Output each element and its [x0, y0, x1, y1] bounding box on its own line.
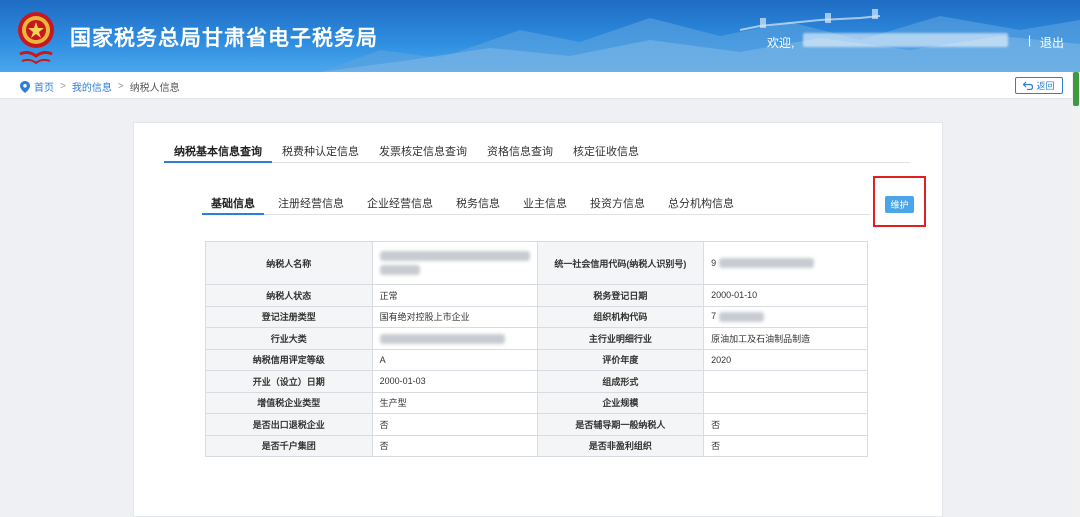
field-label: 税务登记日期	[536, 284, 705, 307]
primary-tabs: 纳税基本信息查询 税费种认定信息 发票核定信息查询 资格信息查询 核定征收信息	[164, 139, 910, 163]
breadcrumb-separator-icon: >	[60, 81, 66, 92]
logout-link[interactable]: 退出	[1040, 34, 1064, 51]
table-row: 是否千户集团 否 是否非盈利组织 否	[205, 434, 868, 457]
field-label: 纳税信用评定等级	[205, 348, 373, 371]
table-row: 增值税企业类型 生产型 企业规模	[205, 391, 868, 414]
secondary-tabs: 基础信息 注册经营信息 企业经营信息 税务信息 业主信息 投资方信息 总分机构信…	[202, 193, 870, 215]
tab-assessed-collection-info[interactable]: 核定征收信息	[563, 139, 649, 163]
field-label: 增值税企业类型	[205, 391, 373, 414]
header-divider: |	[1028, 33, 1032, 47]
field-label: 是否千户集团	[205, 434, 373, 457]
field-label: 评价年度	[536, 348, 705, 371]
field-value: 正常	[371, 284, 538, 307]
tab-basic-info-query[interactable]: 纳税基本信息查询	[164, 139, 272, 163]
field-value: 国有绝对控股上市企业	[371, 305, 538, 328]
tab-registration-info[interactable]: 注册经营信息	[269, 193, 353, 215]
field-value: 否	[371, 434, 538, 457]
field-label: 登记注册类型	[205, 305, 373, 328]
table-row: 纳税信用评定等级 A 评价年度 2020	[205, 348, 868, 371]
field-value: A	[371, 348, 538, 371]
field-value: 生产型	[371, 391, 538, 414]
field-label: 是否辅导期一般纳税人	[536, 413, 705, 436]
tab-invoice-info[interactable]: 发票核定信息查询	[369, 139, 477, 163]
scrollbar-thumb[interactable]	[1073, 72, 1079, 106]
table-row: 开业（设立）日期 2000-01-03 组成形式	[205, 370, 868, 393]
field-value: 2000-01-03	[371, 370, 538, 393]
field-value: 7	[703, 305, 868, 328]
field-label: 组成形式	[536, 370, 705, 393]
breadcrumb-my-info[interactable]: 我的信息	[72, 79, 112, 94]
back-button-label: 返回	[1036, 81, 1055, 91]
tab-tax-info[interactable]: 税务信息	[447, 193, 509, 215]
tax-emblem-icon	[18, 12, 54, 65]
table-row: 登记注册类型 国有绝对控股上市企业 组织机构代码 7	[205, 305, 868, 328]
breadcrumb: 首页 > 我的信息 > 纳税人信息	[20, 79, 180, 94]
field-label: 行业大类	[205, 327, 373, 350]
page-scrollbar[interactable]	[1072, 72, 1080, 517]
field-value: 2020	[703, 348, 868, 371]
tab-tax-type-info[interactable]: 税费种认定信息	[272, 139, 369, 163]
field-label: 是否非盈利组织	[536, 434, 705, 457]
maintain-button[interactable]: 维护	[885, 196, 914, 213]
field-value: 否	[703, 434, 868, 457]
tab-basic-info[interactable]: 基础信息	[202, 193, 264, 215]
breadcrumb-home[interactable]: 首页	[34, 79, 54, 94]
back-button[interactable]: 返回	[1015, 77, 1063, 94]
breadcrumb-bar: 首页 > 我的信息 > 纳税人信息 返回	[0, 72, 1072, 99]
table-row: 是否出口退税企业 否 是否辅导期一般纳税人 否	[205, 413, 868, 436]
field-label: 企业规模	[536, 391, 705, 414]
field-label: 是否出口退税企业	[205, 413, 373, 436]
tab-qualification-info[interactable]: 资格信息查询	[477, 139, 563, 163]
field-value: 否	[703, 413, 868, 436]
return-arrow-icon	[1023, 81, 1034, 90]
field-label: 开业（设立）日期	[205, 370, 373, 393]
field-value	[703, 370, 868, 393]
taxpayer-name-redacted	[371, 241, 538, 285]
industry-redacted	[371, 327, 538, 350]
main-panel: 纳税基本信息查询 税费种认定信息 发票核定信息查询 资格信息查询 核定征收信息 …	[133, 122, 943, 517]
field-label: 纳税人状态	[205, 284, 373, 307]
taxpayer-info-table: 纳税人名称 统一社会信用代码(纳税人识别号) 9 纳税人状态 正常 税务登记日期…	[205, 241, 868, 457]
tab-owner-info[interactable]: 业主信息	[514, 193, 576, 215]
field-value: 9	[703, 241, 868, 285]
top-header: 国家税务总局甘肃省电子税务局 欢迎, | 退出	[0, 0, 1080, 72]
tab-branch-info[interactable]: 总分机构信息	[659, 193, 743, 215]
field-value	[703, 391, 868, 414]
site-title: 国家税务总局甘肃省电子税务局	[70, 27, 378, 50]
highlight-box: 维护	[873, 176, 926, 227]
tab-business-info[interactable]: 企业经营信息	[358, 193, 442, 215]
breadcrumb-current: 纳税人信息	[129, 83, 180, 94]
table-row: 行业大类 主行业明细行业 原油加工及石油制品制造	[205, 327, 868, 350]
field-label: 组织机构代码	[536, 305, 705, 328]
field-label: 纳税人名称	[205, 241, 373, 285]
welcome-text: 欢迎,	[767, 36, 795, 50]
field-value: 2000-01-10	[703, 284, 868, 307]
tab-investor-info[interactable]: 投资方信息	[581, 193, 654, 215]
field-value: 原油加工及石油制品制造	[703, 327, 868, 350]
location-pin-icon	[20, 80, 30, 93]
field-value: 否	[371, 413, 538, 436]
breadcrumb-separator-icon: >	[117, 81, 124, 92]
field-label: 统一社会信用代码(纳税人识别号)	[536, 241, 705, 285]
table-row: 纳税人状态 正常 税务登记日期 2000-01-10	[205, 284, 868, 307]
table-row: 纳税人名称 统一社会信用代码(纳税人识别号) 9	[205, 241, 868, 285]
field-label: 主行业明细行业	[536, 327, 705, 350]
username-redacted	[803, 33, 1008, 47]
